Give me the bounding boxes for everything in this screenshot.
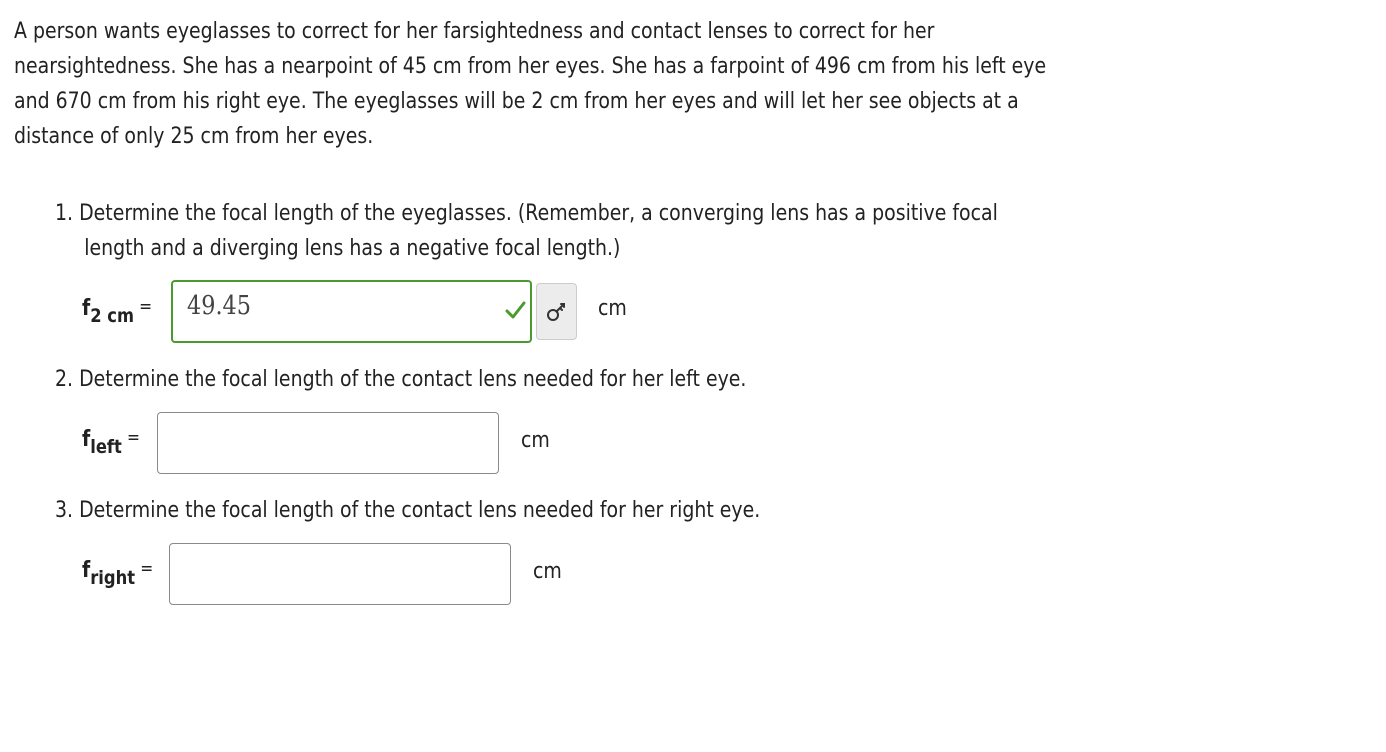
problem-line: A person wants eyeglasses to correct for… [14,19,935,44]
variable-subscript: left [90,436,122,458]
answer-1-unit: cm [598,296,627,321]
equals-sign: = [139,296,153,317]
variable-symbol: f [82,427,91,452]
answer-key-button[interactable] [536,283,577,340]
question-3: 3. Determine the focal length of the con… [55,493,1001,528]
check-icon [505,301,526,319]
question-2: 2. Determine the focal length of the con… [55,362,1001,397]
variable-symbol: f [82,296,91,321]
answer-2-label: fleft = [82,427,140,458]
problem-statement: A person wants eyeglasses to correct for… [14,14,1235,154]
answer-2-input[interactable] [157,412,499,474]
answer-3-label: fright = [82,558,153,589]
answer-3-unit: cm [533,559,562,584]
question-1: 1. Determine the focal length of the eye… [55,196,1182,266]
problem-line: nearsightedness. She has a nearpoint of … [14,54,1047,79]
question-1-text: 1. Determine the focal length of the eye… [55,201,998,226]
answer-3-input[interactable] [169,543,511,605]
answer-1-value: 49.45 [187,291,252,321]
question-1-text-cont: length and a diverging lens has a negati… [84,236,621,261]
key-icon [547,303,565,321]
equals-sign: = [127,427,140,448]
answer-2-unit: cm [521,428,550,453]
problem-line: distance of only 25 cm from her eyes. [14,124,374,149]
answer-1-label: f2 cm = [82,296,152,327]
problem-line: and 670 cm from his right eye. The eyegl… [14,89,1019,114]
variable-symbol: f [82,558,91,583]
variable-subscript: right [90,567,136,589]
equals-sign: = [140,558,154,579]
answer-1-input[interactable]: 49.45 [171,280,532,343]
question-3-text: 3. Determine the focal length of the con… [55,498,761,523]
variable-subscript: 2 cm [90,305,135,327]
question-2-text: 2. Determine the focal length of the con… [55,367,747,392]
